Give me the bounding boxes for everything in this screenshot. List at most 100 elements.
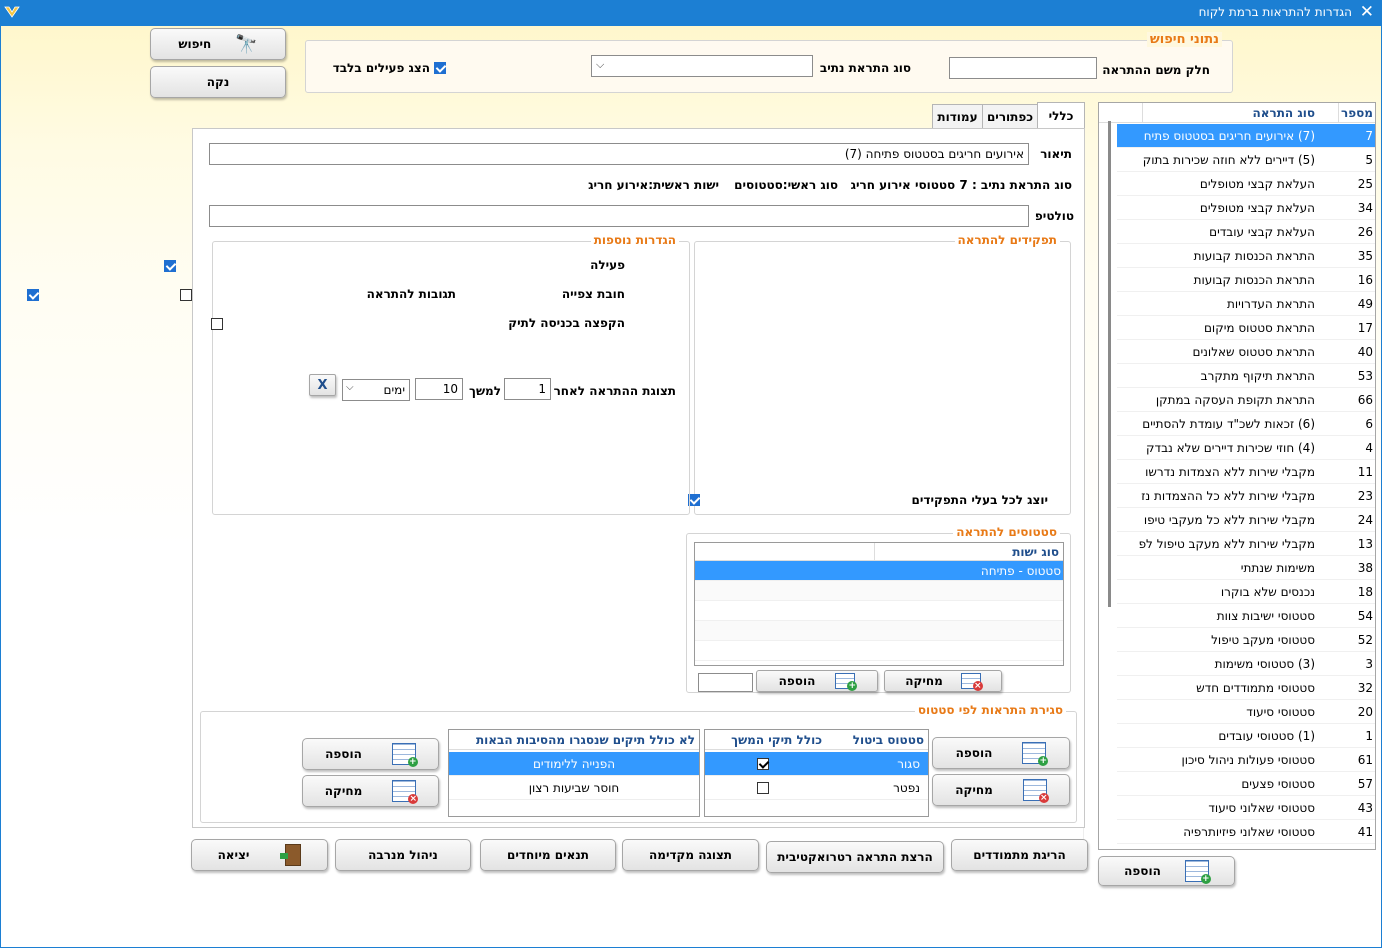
col-header-include-ongoing[interactable]: כולל תיקי המשך <box>731 733 822 747</box>
active-checkbox[interactable] <box>164 259 176 272</box>
table-add-icon: + <box>1184 860 1211 884</box>
exclude-add-button[interactable]: + הוספה <box>302 738 439 770</box>
list-item[interactable]: 13 מקבלי שירות ללא מעקב טיפול לפ <box>1117 532 1375 556</box>
special-conditions-button[interactable]: תנאים מיוחדים <box>480 839 616 871</box>
list-add-button[interactable]: + הוספה <box>1098 856 1235 886</box>
list-item[interactable]: 1 (1) סטטוסי עובדים <box>1117 724 1375 748</box>
list-item[interactable]: 11 מקבלי שירות ללא הצמדות נדרשו <box>1117 460 1375 484</box>
window-title: הגדרות להתראות ברמת לקוח <box>1198 5 1352 19</box>
statuses-group: סטטוסים להתראה סוג ישות סטטוס - פתיחה × … <box>686 525 1071 693</box>
list-item[interactable]: 54 סטטוסי ישיבות צוות <box>1117 604 1375 628</box>
display-after-input[interactable]: 1 <box>504 378 551 400</box>
admin-button[interactable]: ניהול מנרבה <box>335 839 471 871</box>
list-item-type: התראת סטטוס מיקום <box>1203 321 1315 335</box>
table-row[interactable]: נפטר <box>705 776 928 800</box>
tab-columns[interactable]: עמודות <box>932 104 983 128</box>
cancel-status-grid: סטטוס ביטול כולל תיקי המשך סגור נפטר <box>704 729 929 817</box>
col-header-cancel-status[interactable]: סטטוס ביטול <box>853 733 924 747</box>
list-item[interactable]: 35 התראת הכנסות קבועות <box>1117 244 1375 268</box>
list-item[interactable]: 23 מקבלי שירות ללא כל ההצמדות נז <box>1117 484 1375 508</box>
search-button[interactable]: 🔭 חיפוש <box>150 28 286 60</box>
clear-duration-button[interactable]: X <box>309 374 336 396</box>
col-header-alert-type[interactable]: סוג התראה <box>1253 106 1315 120</box>
extra-settings-group: הגדרות נוספות פעילה חובת צפייה תגובות לה… <box>26 233 690 515</box>
exclude-delete-label: מחיקה <box>324 784 363 798</box>
closing-legend: סגירת התראות לפי סטטוס <box>914 703 1066 717</box>
include-ongoing-checkbox[interactable] <box>757 782 769 794</box>
list-item[interactable]: 57 סטטוסי פצעים <box>1117 772 1375 796</box>
retro-run-button[interactable]: הרצת התראה רטרואקטיבית <box>766 841 944 873</box>
table-row[interactable]: חוסר שביעות רצון <box>449 776 699 800</box>
list-item[interactable]: 16 התראת הכנסות קבועות <box>1117 268 1375 292</box>
list-item[interactable]: 38 משימות שנתתי <box>1117 556 1375 580</box>
list-item[interactable]: 20 סטטוסי סיעוד <box>1117 700 1375 724</box>
list-item[interactable]: 53 התראת תיקוף מתקרב <box>1117 364 1375 388</box>
list-item[interactable]: 43 סטטוסי שאלוני סיעוד <box>1117 796 1375 820</box>
view-required-checkbox[interactable] <box>179 288 192 301</box>
table-add-icon: + <box>835 673 858 691</box>
list-item[interactable]: 3 (3) סטטוסי משימות <box>1117 652 1375 676</box>
list-item[interactable]: 4 (4) חוזי שכירות דיירים שלא נבדק <box>1117 436 1375 460</box>
popup-checkbox[interactable] <box>211 317 224 330</box>
preview-button[interactable]: תצוגה מקדימה <box>622 839 759 871</box>
active-only-checkbox[interactable] <box>434 61 446 74</box>
list-item[interactable]: 61 סטטוסי פעולות ניהול סיכון <box>1117 748 1375 772</box>
list-item[interactable]: 24 מקבלי שירות ללא כל מעקבי טיפו <box>1117 508 1375 532</box>
list-item[interactable]: 34 העלאת קבצי מטופלים <box>1117 196 1375 220</box>
tooltip-input[interactable] <box>209 205 1029 227</box>
col-header-entity-type[interactable]: סוג ישות <box>1012 545 1059 559</box>
main-entity-info: ישות ראשית:אירוע חריג <box>588 178 719 192</box>
table-row[interactable]: הפנייה ללימודים <box>449 752 699 776</box>
list-item[interactable]: 18 נכנסים שלא בוקרו <box>1117 580 1375 604</box>
exclude-delete-button[interactable]: × מחיקה <box>302 775 439 807</box>
extra-settings-legend: הגדרות נוספות <box>590 233 679 247</box>
list-item-type: מקבלי שירות ללא כל מעקבי טיפו <box>1143 513 1315 527</box>
statuses-small-input[interactable] <box>698 673 753 692</box>
col-header-number[interactable]: מספר <box>1341 106 1373 120</box>
list-item[interactable]: 25 העלאת קבצי מטופלים <box>1117 172 1375 196</box>
unit-select[interactable]: ימים ⌵ <box>342 379 410 401</box>
duration-input[interactable]: 10 <box>415 378 463 400</box>
list-item-number: 5 <box>1365 153 1373 167</box>
close-icon[interactable]: ✕ <box>1360 2 1374 22</box>
clear-button[interactable]: נקה <box>150 66 286 98</box>
list-item[interactable]: 5 (5) דיירים ללא חוזה שכירות בתוק <box>1117 148 1375 172</box>
cancel-status-delete-button[interactable]: × מחיקה <box>932 774 1070 806</box>
cancel-status-add-button[interactable]: + הוספה <box>932 737 1070 769</box>
list-scrollbar[interactable] <box>1108 121 1111 607</box>
table-delete-icon: × <box>960 673 983 691</box>
tab-buttons[interactable]: כפתורים <box>982 104 1038 128</box>
list-item[interactable]: 66 התראת תקופת העסקה במתקן <box>1117 388 1375 412</box>
table-delete-icon: × <box>1022 779 1049 803</box>
tab-general[interactable]: כללי <box>1037 102 1085 128</box>
list-item[interactable]: 17 התראת סטטוס מיקום <box>1117 316 1375 340</box>
table-row[interactable]: סגור <box>705 752 928 776</box>
binoculars-icon: 🔭 <box>235 33 258 55</box>
route-type-select[interactable]: ⌵ <box>591 55 813 77</box>
col-header-exclude-reasons[interactable]: לא כולל תיקים שנסגרו מהסיבות הבאות <box>476 733 695 747</box>
kill-patients-button[interactable]: הריגת מתמודדים <box>951 839 1088 871</box>
list-item[interactable]: 32 סטטוסי מתמודדים חדש <box>1117 676 1375 700</box>
alerts-list: מספר סוג התראה 7 (7) אירועים חריגים בסטטו… <box>1083 102 1376 850</box>
list-item[interactable]: 41 סטטוסי שאלוני פיזיותרפיה <box>1117 820 1375 844</box>
admin-label: ניהול מנרבה <box>368 848 438 862</box>
statuses-delete-button[interactable]: × מחיקה <box>884 670 1002 692</box>
list-item[interactable]: 40 התראת סטטוס שאלונים <box>1117 340 1375 364</box>
list-item-type: (3) סטטוסי משימות <box>1214 657 1315 671</box>
list-item[interactable]: 26 העלאת קבצי עובדים <box>1117 220 1375 244</box>
alert-name-input[interactable] <box>949 57 1097 79</box>
list-item[interactable]: 52 סטטוסי מעקב טיפול <box>1117 628 1375 652</box>
list-item[interactable]: 7 (7) אירועים חריגים בסטטוס פתיח <box>1117 124 1375 148</box>
include-ongoing-checkbox[interactable] <box>757 758 769 770</box>
list-item-number: 4 <box>1365 441 1373 455</box>
table-row[interactable]: סטטוס - פתיחה <box>695 561 1063 581</box>
list-item[interactable]: 6 (6) זכאות לשכ"ד עומדת להסתיים <box>1117 412 1375 436</box>
cancel-status-cell: נפטר <box>893 781 920 795</box>
responses-checkbox[interactable] <box>26 288 39 301</box>
exit-button[interactable]: יציאה <box>191 839 328 871</box>
list-item-number: 6 <box>1365 417 1373 431</box>
list-item[interactable]: 49 התראת העדרויות <box>1117 292 1375 316</box>
list-item-type: התראת תקופת העסקה במתקן <box>1155 393 1315 407</box>
statuses-add-button[interactable]: + הוספה <box>756 670 878 692</box>
description-input[interactable]: אירועים חריגים בסטטוס פתיחה (7) <box>209 143 1029 165</box>
